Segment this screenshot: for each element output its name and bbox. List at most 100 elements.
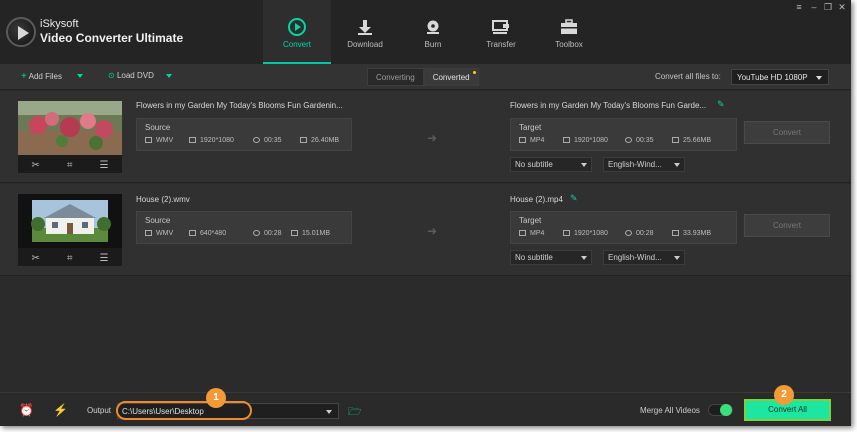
tab-convert-label: Convert: [282, 40, 311, 49]
lightning-icon[interactable]: ⚡: [53, 403, 68, 417]
tab-burn[interactable]: Burn: [399, 0, 467, 64]
video-thumbnail-house[interactable]: [18, 194, 122, 248]
source-file-name: Flowers in my Garden My Today's Blooms F…: [136, 101, 343, 110]
subtitle-select[interactable]: No subtitle: [510, 157, 592, 172]
add-files-button[interactable]: + Add Files: [21, 71, 62, 82]
product-name: Video Converter Ultimate: [40, 31, 184, 45]
resolution-icon: [563, 137, 570, 143]
video-thumbnail-box: ✂ ⌗ ☰: [18, 194, 122, 266]
tab-converting[interactable]: Converting: [367, 68, 424, 86]
folder-icon: [300, 137, 307, 143]
audio-track-select[interactable]: English-Wind...: [603, 157, 685, 172]
output-format-select[interactable]: YouTube HD 1080P: [731, 69, 829, 85]
source-duration: 00:35: [253, 137, 282, 144]
restore-icon[interactable]: ❐: [822, 2, 834, 13]
resolution-icon: [563, 230, 570, 236]
tab-transfer[interactable]: Transfer: [467, 0, 535, 64]
merge-toggle[interactable]: [708, 404, 733, 416]
chevron-down-icon: [674, 256, 680, 260]
tab-convert[interactable]: Convert: [263, 0, 331, 64]
edit-icon[interactable]: ✎: [570, 193, 578, 204]
chevron-down-icon: [816, 76, 822, 80]
trim-icon[interactable]: ✂: [32, 160, 40, 171]
target-info-box[interactable]: Target MP4 1920*1080 00:35 25.66MB: [510, 118, 737, 151]
close-icon[interactable]: ✕: [836, 2, 848, 13]
arrow-right-icon: ➜: [427, 131, 438, 145]
clock-icon: [625, 137, 632, 143]
video-thumbnail-box: ✂ ⌗ ☰: [18, 101, 122, 173]
minimize-icon[interactable]: –: [808, 2, 820, 12]
callout-highlight-ring: [116, 401, 252, 420]
toolbar: + Add Files ⊙ Load DVD Converting Conver…: [0, 64, 851, 90]
resolution-icon: [189, 230, 196, 236]
file-row: ✂ ⌗ ☰ House (2).wmv Source WMV 640*480 0…: [0, 184, 851, 276]
effects-icon[interactable]: ☰: [100, 160, 109, 171]
load-dvd-button[interactable]: ⊙ Load DVD: [108, 71, 154, 80]
target-file-name: Flowers in my Garden My Today's Blooms F…: [510, 101, 707, 110]
menu-icon[interactable]: ≡: [793, 2, 805, 12]
convert-button[interactable]: Convert: [744, 214, 830, 237]
source-format: WMV: [145, 230, 173, 237]
tab-toolbox[interactable]: Toolbox: [535, 0, 603, 64]
new-indicator-dot: [472, 71, 476, 74]
tab-download[interactable]: Download: [331, 0, 399, 64]
film-icon: [145, 137, 152, 143]
source-title: Source: [145, 216, 171, 225]
tab-converted[interactable]: Converted: [423, 68, 479, 86]
source-info-box: Source WMV 640*480 00:28 15.01MB: [136, 211, 352, 244]
folder-icon: [672, 137, 679, 143]
target-title: Target: [519, 216, 542, 225]
arrow-right-icon: ➜: [427, 224, 438, 238]
target-duration: 00:28: [625, 230, 654, 237]
open-folder-icon[interactable]: 🗁: [348, 403, 362, 422]
audio-track-select[interactable]: English-Wind...: [603, 250, 685, 265]
add-files-dropdown-icon[interactable]: [77, 74, 83, 78]
callout-badge-1: 1: [206, 388, 226, 408]
source-file-name: House (2).wmv: [136, 195, 190, 204]
clock-icon: [253, 230, 260, 236]
source-duration: 00:28: [253, 230, 282, 237]
plus-icon: +: [21, 71, 27, 82]
tab-burn-label: Burn: [424, 40, 442, 49]
film-icon: [519, 137, 526, 143]
trim-icon[interactable]: ✂: [32, 253, 40, 264]
burn-icon: [427, 20, 439, 34]
target-duration: 00:35: [625, 137, 654, 144]
merge-all-label: Merge All Videos: [640, 406, 700, 415]
source-format: WMV: [145, 137, 173, 144]
load-dvd-dropdown-icon[interactable]: [166, 74, 172, 78]
folder-icon: [291, 230, 298, 236]
target-size: 33.93MB: [672, 230, 711, 237]
tab-transfer-label: Transfer: [486, 40, 516, 49]
clock-icon: [625, 230, 632, 236]
target-resolution: 1920*1080: [563, 230, 608, 237]
output-format-value: YouTube HD 1080P: [737, 73, 808, 82]
convert-icon: [288, 18, 306, 36]
resolution-icon: [189, 137, 196, 143]
target-info-box[interactable]: Target MP4 1920*1080 00:28 33.93MB: [510, 211, 737, 244]
download-icon: [358, 20, 372, 35]
alarm-clock-icon[interactable]: ⏰: [19, 403, 34, 417]
film-icon: [145, 230, 152, 236]
video-thumbnail-flowers[interactable]: [18, 101, 122, 155]
header-bar: iSkysoft Video Converter Ultimate Conver…: [0, 0, 851, 64]
source-info-box: Source WMV 1920*1080 00:35 26.40MB: [136, 118, 352, 151]
target-format: MP4: [519, 230, 544, 237]
edit-icon[interactable]: ✎: [717, 99, 725, 110]
chevron-down-icon: [581, 256, 587, 260]
add-files-label: Add Files: [28, 72, 62, 81]
target-format: MP4: [519, 137, 544, 144]
conversion-tabs: Converting Converted: [367, 68, 479, 86]
app-window: iSkysoft Video Converter Ultimate Conver…: [0, 0, 851, 426]
target-file-name: House (2).mp4: [510, 195, 563, 204]
toggle-knob: [720, 404, 732, 416]
output-label: Output: [87, 406, 112, 415]
subtitle-select[interactable]: No subtitle: [510, 250, 592, 265]
effects-icon[interactable]: ☰: [100, 253, 109, 264]
load-dvd-label: Load DVD: [116, 71, 154, 80]
callout-badge-2: 2: [774, 385, 794, 405]
convert-button[interactable]: Convert: [744, 121, 830, 144]
crop-icon[interactable]: ⌗: [67, 160, 73, 171]
brand-name: iSkysoft: [40, 18, 79, 30]
crop-icon[interactable]: ⌗: [67, 253, 73, 264]
